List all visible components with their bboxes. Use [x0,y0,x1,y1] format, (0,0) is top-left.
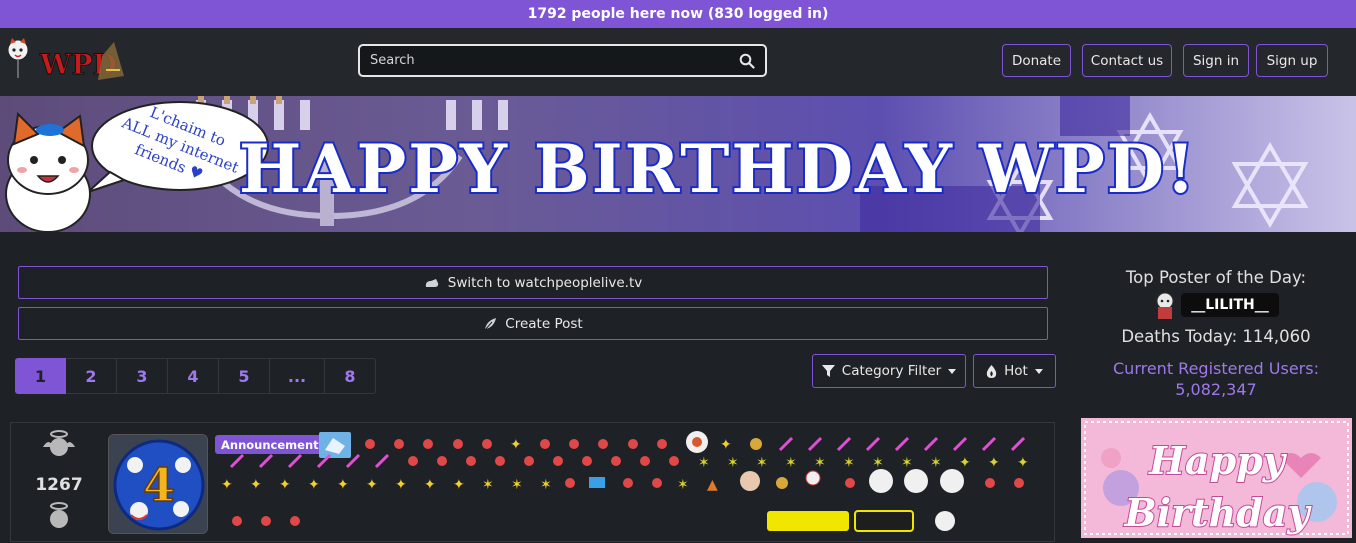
svg-text:✦: ✦ [720,437,732,453]
card-title-line-1: Happy [1148,438,1288,483]
thumbnail-number: 4 [143,458,175,512]
birthday-banner[interactable]: L'chaim to ALL my internet friends ♥ HAP… [0,96,1356,232]
svg-text:✦: ✦ [988,455,1000,471]
svg-text:✦: ✦ [279,477,291,493]
create-post-label: Create Post [505,315,583,332]
signup-button[interactable]: Sign up [1256,44,1328,77]
main-content: Switch to watchpeoplelive.tv Create Post… [0,232,1356,542]
award-row-1: ✦ ✦ [365,431,1026,453]
svg-text:✦: ✦ [424,477,436,493]
svg-text:✶: ✶ [756,455,768,471]
birthday-card[interactable]: Happy Birthday [1081,418,1352,538]
create-post-button[interactable]: Create Post [18,307,1048,340]
svg-text:✶: ✶ [677,477,689,493]
svg-text:✦: ✦ [453,477,465,493]
navbar: WPD Donate Contact us Sign in Sign up [0,28,1356,96]
online-count-bar: 1792 people here now (830 logged in) [0,0,1356,28]
category-filter-label: Category Filter [841,363,942,379]
svg-text:✦: ✦ [510,437,522,453]
banner-title: HAPPY BIRTHDAY WPD! [239,130,1197,208]
top-poster-name[interactable]: __LILITH__ [1181,293,1279,317]
post-score: 1267 [35,475,83,495]
svg-text:✶: ✶ [814,455,826,471]
signin-button[interactable]: Sign in [1183,44,1249,77]
search-icon[interactable] [739,53,755,69]
chevron-down-icon [948,368,957,374]
svg-text:✦: ✦ [1017,455,1029,471]
top-poster-label: Top Poster of the Day: [1125,268,1307,287]
post-row[interactable]: 1267 4 Announcements ✦ ✦ ✶ ✶ ✶ ✶ ✶ ✶ ✶ ✶… [10,422,1055,542]
svg-text:✶: ✶ [785,455,797,471]
svg-text:✶: ✶ [698,455,710,471]
site-logo[interactable]: WPD [6,36,126,86]
svg-text:✶: ✶ [540,477,552,493]
user-avatar-icon [1156,292,1174,319]
category-filter-dropdown[interactable]: Category Filter [812,354,966,388]
birthday-thumbnail-icon: 4 [109,435,207,533]
page-5[interactable]: 5 [219,358,270,394]
registered-users: Current Registered Users: 5,082,347 [1080,358,1352,400]
switch-site-button[interactable]: Switch to watchpeoplelive.tv [18,266,1048,299]
feather-icon [484,317,497,330]
sort-label: Hot [1004,363,1028,379]
birthday-card-image: Happy Birthday [1081,418,1352,538]
svg-text:✦: ✦ [959,455,971,471]
svg-text:✶: ✶ [727,455,739,471]
filter-icon [821,365,835,377]
page-3[interactable]: 3 [117,358,168,394]
tv-icon [425,278,438,287]
contact-button[interactable]: Contact us [1082,44,1172,77]
banner-image: L'chaim to ALL my internet friends ♥ HAP… [0,96,1356,232]
top-poster[interactable]: __LILITH__ [1080,291,1352,319]
sort-dropdown[interactable]: Hot [973,354,1056,388]
card-title-line-2: Birthday [1123,490,1312,535]
donate-button[interactable]: Donate [1002,44,1071,77]
chevron-down-icon [1034,368,1043,374]
svg-text:✦: ✦ [308,477,320,493]
svg-text:✦: ✦ [395,477,407,493]
sidebar-stats: Top Poster of the Day: __LILITH__ Deaths… [1080,268,1352,400]
post-thumbnail[interactable]: 4 [108,434,208,534]
post-awards-strip: ✦ ✦ ✶ ✶ ✶ ✶ ✶ ✶ ✶ ✶ ✶ ✦ ✦ ✦ ✦ ✦ ✦ ✦ ✦ ✦ … [221,431,1029,532]
cat-mascot-icon [5,111,91,232]
svg-text:✶: ✶ [872,455,884,471]
fire-icon [986,364,997,378]
downvote-angel-icon[interactable] [41,501,77,531]
svg-text:✶: ✶ [930,455,942,471]
svg-text:✶: ✶ [511,477,523,493]
page-4[interactable]: 4 [168,358,219,394]
svg-text:✶: ✶ [482,477,494,493]
svg-text:✦: ✦ [221,477,233,493]
svg-text:✶: ✶ [901,455,913,471]
page-2[interactable]: 2 [66,358,117,394]
svg-text:✦: ✦ [366,477,378,493]
svg-text:✦: ✦ [250,477,262,493]
svg-text:▲: ▲ [707,477,718,493]
svg-text:✦: ✦ [337,477,349,493]
deaths-today: Deaths Today: 114,060 [1121,327,1311,346]
award-row-2: ✶ ✶ ✶ ✶ ✶ ✶ ✶ ✶ ✶ ✦ ✦ ✦ [229,453,1029,471]
online-count-text: 1792 people here now (830 logged in) [527,6,829,22]
switch-site-label: Switch to watchpeoplelive.tv [447,274,643,291]
page-8[interactable]: 8 [325,358,376,394]
upvote-angel-icon[interactable] [41,429,77,461]
registered-users-value: 5,082,347 [1175,380,1257,399]
registered-users-label: Current Registered Users: [1113,359,1319,378]
svg-text:✶: ✶ [843,455,855,471]
award-row-4 [232,510,955,532]
page-1[interactable]: 1 [15,358,66,394]
search-input[interactable] [370,53,739,68]
pagination: 1 2 3 4 5 ... 8 [15,358,376,394]
award-row-3: ✦ ✦ ✦ ✦ ✦ ✦ ✦ ✦ ✦ ✶ ✶ ✶ ✶ ▲ [221,469,1024,493]
page-ellipsis[interactable]: ... [270,358,325,394]
search-box [358,44,767,77]
